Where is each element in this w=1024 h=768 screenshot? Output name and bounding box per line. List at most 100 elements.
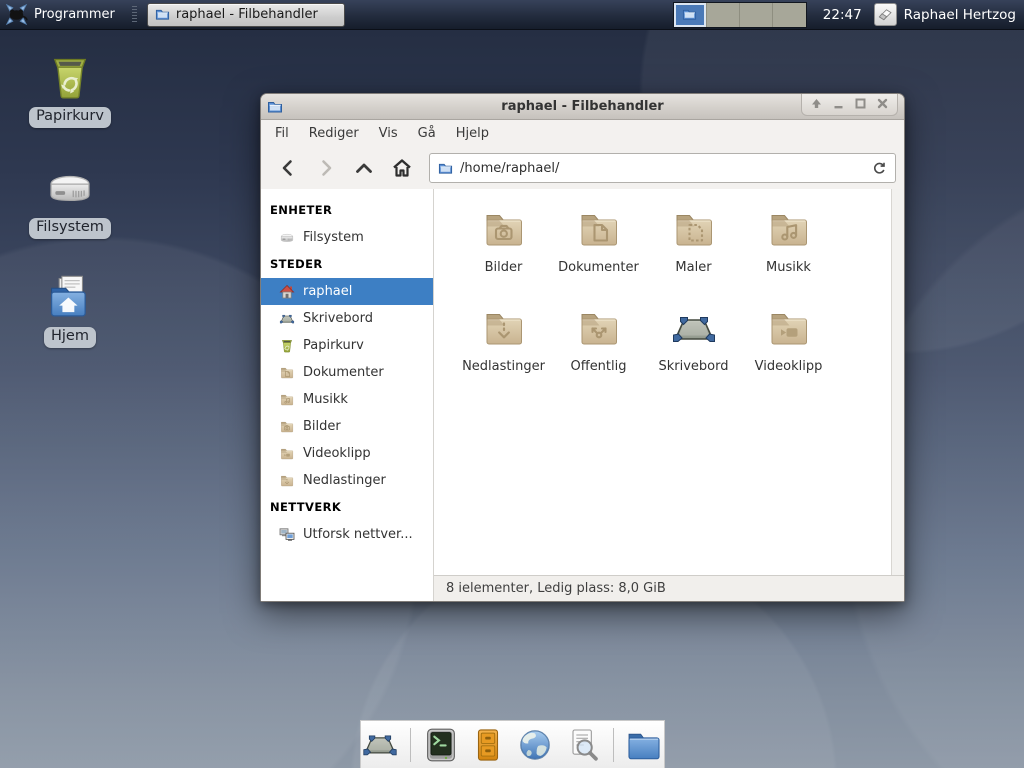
folder-documents-icon: [279, 365, 295, 381]
sidebar-item-pictures[interactable]: Bilder: [261, 413, 433, 440]
sidebar-header-network: NETTVERK: [261, 494, 433, 521]
taskbar-window-button[interactable]: raphael - Filbehandler: [147, 3, 345, 27]
file-item-downloads[interactable]: Nedlastinger: [456, 305, 551, 404]
desktop-icon-label: Hjem: [44, 327, 96, 348]
folder-pictures-icon: [480, 206, 528, 254]
workspace-window-icon: [682, 7, 697, 22]
file-item-desktop[interactable]: Skrivebord: [646, 305, 741, 404]
file-item-templates[interactable]: Maler: [646, 206, 741, 305]
clock: 22:47: [823, 7, 862, 23]
up-icon: [354, 158, 374, 178]
desktop-icon-filesystem[interactable]: Filsystem: [28, 163, 112, 239]
sidebar-header-devices: ENHETER: [261, 197, 433, 224]
desktop-icon-trash[interactable]: Papirkurv: [28, 52, 112, 128]
trash-icon: [44, 52, 96, 104]
top-panel: Programmer raphael - Filbehandler 22:47 …: [0, 0, 1024, 30]
folder-music-icon: [279, 392, 295, 408]
home-icon: [279, 284, 295, 300]
up-button[interactable]: [347, 153, 381, 183]
drive-icon: [44, 163, 96, 215]
back-icon: [278, 158, 298, 178]
menu-help[interactable]: Hjelp: [446, 122, 499, 145]
file-cabinet-launcher[interactable]: [469, 725, 508, 765]
forward-button[interactable]: [309, 153, 343, 183]
terminal-icon: [421, 725, 461, 765]
sidebar-item-documents[interactable]: Dokumenter: [261, 359, 433, 386]
window-icon: [267, 99, 283, 115]
show-desktop-icon: [361, 726, 399, 764]
folder-music-icon: [765, 206, 813, 254]
terminal-launcher[interactable]: [421, 725, 461, 765]
sidebar: ENHETER Filsystem STEDER raphael Skriveb…: [261, 189, 434, 601]
folder-documents-icon: [575, 206, 623, 254]
folder-downloads-icon: [279, 473, 295, 489]
taskbar-window-label: raphael - Filbehandler: [176, 7, 318, 22]
sidebar-item-filesystem[interactable]: Filsystem: [261, 224, 433, 251]
desktop-icon-label: Filsystem: [29, 218, 111, 239]
desktop-icon-home[interactable]: Hjem: [28, 272, 112, 348]
file-item-videos[interactable]: Videoklipp: [741, 305, 836, 404]
maximize-button[interactable]: [854, 97, 867, 110]
drive-icon: [279, 230, 295, 246]
file-item-music[interactable]: Musikk: [741, 206, 836, 305]
web-browser-icon: [515, 725, 555, 765]
menu-view[interactable]: Vis: [369, 122, 408, 145]
file-item-documents[interactable]: Dokumenter: [551, 206, 646, 305]
applications-menu[interactable]: Programmer: [5, 3, 115, 26]
user-name: Raphael Hertzog: [904, 7, 1016, 23]
folder-videos-icon: [279, 446, 295, 462]
desktop-icon-label: Papirkurv: [29, 107, 111, 128]
workspace-1[interactable]: [674, 3, 707, 27]
file-manager-window: raphael - Filbehandler Fil Rediger Vis G…: [260, 93, 905, 602]
sidebar-item-videos[interactable]: Videoklipp: [261, 440, 433, 467]
sidebar-item-desktop[interactable]: Skrivebord: [261, 305, 433, 332]
applications-menu-label: Programmer: [34, 7, 115, 22]
shade-button[interactable]: [810, 97, 823, 110]
sidebar-item-browse-network[interactable]: Utforsk nettver...: [261, 521, 433, 548]
search-files-icon: [563, 725, 603, 765]
workspace-3[interactable]: [740, 3, 773, 27]
vertical-scrollbar[interactable]: [891, 189, 904, 575]
web-browser-launcher[interactable]: [515, 725, 555, 765]
path-value[interactable]: /home/raphael/: [460, 161, 865, 176]
file-item-pictures[interactable]: Bilder: [456, 206, 551, 305]
trash-icon: [279, 338, 295, 354]
search-files-launcher[interactable]: [563, 725, 603, 765]
reload-icon[interactable]: [872, 161, 887, 176]
workspace-2[interactable]: [707, 3, 740, 27]
back-button[interactable]: [271, 153, 305, 183]
workspace-4[interactable]: [773, 3, 806, 27]
home-button[interactable]: [385, 153, 419, 183]
status-bar: 8 ielementer, Ledig plass: 8,0 GiB: [434, 575, 904, 601]
user-action-button[interactable]: [874, 3, 897, 26]
sidebar-item-trash[interactable]: Papirkurv: [261, 332, 433, 359]
close-button[interactable]: [876, 97, 889, 110]
file-item-public[interactable]: Offentlig: [551, 305, 646, 404]
path-folder-icon: [438, 161, 453, 176]
workspace-switcher: [673, 2, 807, 28]
file-cabinet-icon: [469, 726, 507, 764]
minimize-button[interactable]: [832, 97, 845, 110]
dock-separator: [613, 728, 614, 762]
sidebar-item-downloads[interactable]: Nedlastinger: [261, 467, 433, 494]
menubar: Fil Rediger Vis Gå Hjelp: [261, 120, 904, 147]
menu-go[interactable]: Gå: [408, 122, 446, 145]
forward-icon: [316, 158, 336, 178]
dock-panel: [360, 720, 665, 768]
sidebar-item-home[interactable]: raphael: [261, 278, 433, 305]
file-manager-launcher[interactable]: [624, 725, 664, 765]
home-folder-icon: [44, 272, 96, 324]
folder-templates-icon: [670, 206, 718, 254]
sidebar-item-music[interactable]: Musikk: [261, 386, 433, 413]
menu-edit[interactable]: Rediger: [299, 122, 369, 145]
dock-separator: [410, 728, 411, 762]
desktop-icon: [670, 305, 718, 353]
titlebar[interactable]: raphael - Filbehandler: [261, 94, 904, 120]
file-manager-icon: [624, 725, 664, 765]
eraser-icon: [876, 6, 894, 24]
show-desktop-button[interactable]: [361, 725, 400, 765]
xfce-logo-icon: [5, 3, 28, 26]
home-icon: [391, 157, 413, 179]
path-bar[interactable]: /home/raphael/: [429, 153, 896, 183]
menu-file[interactable]: Fil: [265, 122, 299, 145]
